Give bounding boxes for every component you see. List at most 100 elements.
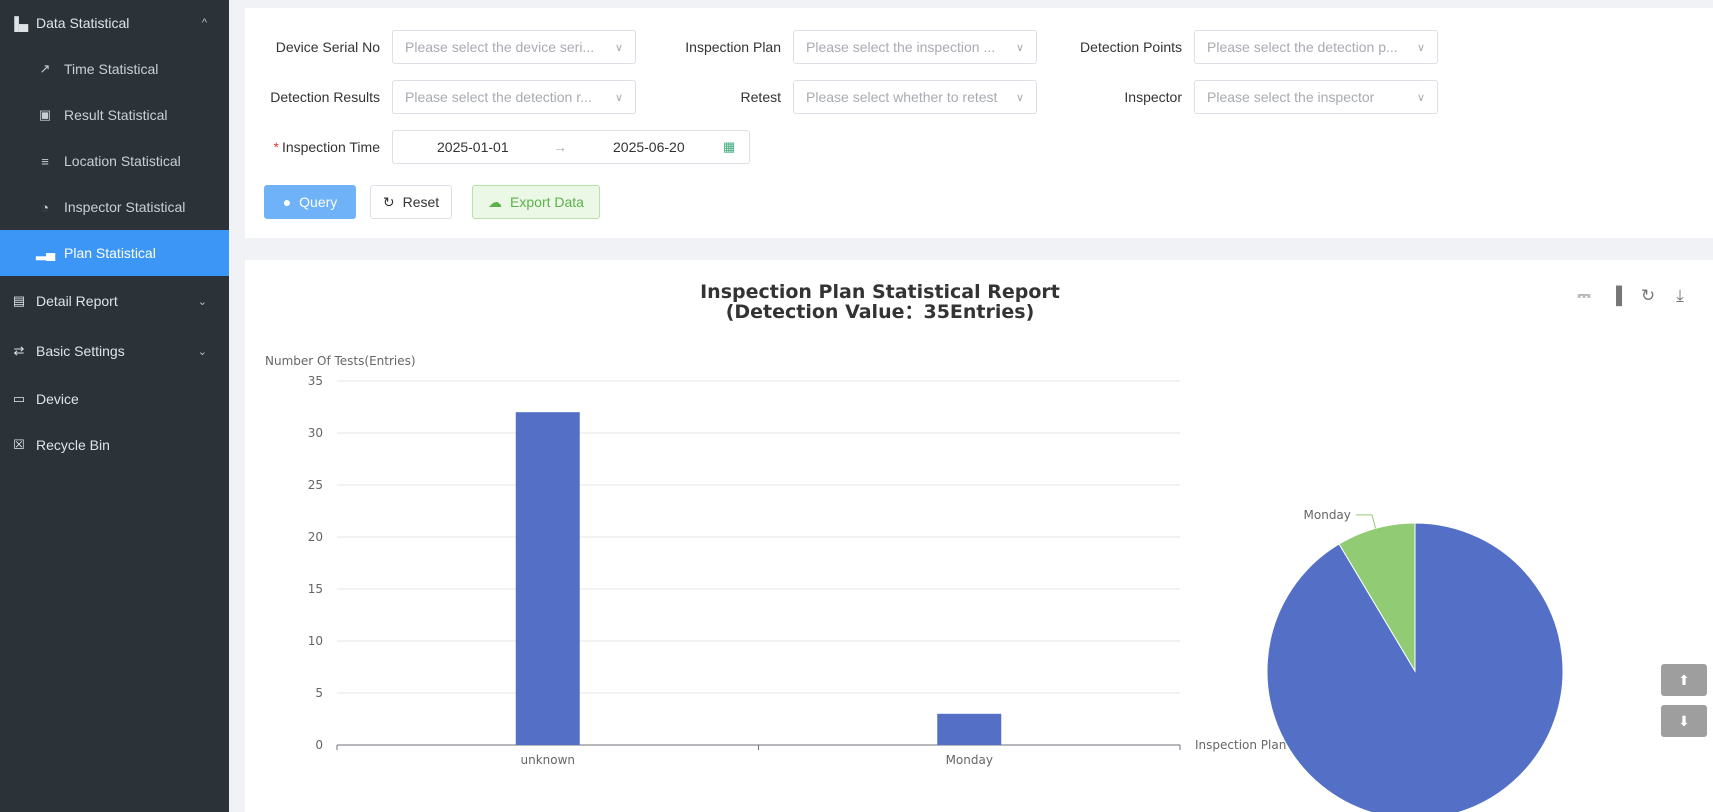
retest-label: Retest [740,89,781,105]
query-button[interactable]: ● Query [264,185,356,219]
settings-icon: ⇄ [13,343,25,358]
sidebar-item-device[interactable]: ▭ Device [0,376,229,422]
sidebar-item-result-statistical[interactable]: ▣ Result Statistical [0,92,229,138]
cloud-upload-icon: ☁ [488,193,503,210]
y-tick-label: 0 [315,738,323,752]
detection-points-placeholder: Please select the detection p... [1207,39,1398,55]
chevron-up-icon: ^ [201,17,207,29]
retest-select[interactable]: Please select whether to retest ∨ [793,80,1037,114]
chevron-down-icon: ∨ [1015,91,1024,104]
device-serial-placeholder: Please select the device seri... [405,39,595,55]
inspection-plan-select[interactable]: Please select the inspection ... ∨ [793,30,1037,64]
chevron-down-icon: ∨ [614,41,623,54]
y-tick-label: 25 [308,478,323,492]
inspector-placeholder: Please select the inspector [1207,89,1375,105]
result-icon: ▣ [38,107,52,122]
chevron-down-icon: ∨ [614,91,623,104]
sidebar-item-detail-report[interactable]: ▤ Detail Report ⌄ [0,276,229,326]
detection-results-select[interactable]: Please select the detection r... ∨ [392,80,636,114]
location-bars-icon: ≡ [41,153,49,169]
inspection-time-label-text: Inspection Time [281,139,380,155]
report-icon: ▤ [12,293,26,308]
sidebar-item-inspector-statistical[interactable]: ◔ Inspector Statistical [0,184,229,230]
arrow-up-icon: ⬆ [1678,671,1690,688]
sidebar-item-label: Location Statistical [64,153,181,169]
device-icon: ▭ [12,391,26,406]
sidebar: ▐▄ Data Statistical ^ ↗ Time Statistical… [0,0,229,812]
device-serial-select[interactable]: Please select the device seri... ∨ [392,30,636,64]
x-tick-label: Monday [946,753,993,767]
app-root: ▐▄ Data Statistical ^ ↗ Time Statistical… [0,0,1713,812]
search-icon: ● [282,194,292,210]
sidebar-item-label: Inspector Statistical [64,199,186,215]
y-tick-label: 5 [315,686,323,700]
chevron-down-icon: ∨ [1015,41,1024,54]
sidebar-item-label: Detail Report [36,293,118,309]
arrow-right-icon: → [553,139,567,155]
filter-panel: Device Serial No Please select the devic… [245,8,1713,238]
pie-label: Monday [1304,508,1351,522]
filter-row-3: * Inspection Time 2025-01-01 → 2025-06-20… [245,130,750,164]
trash-icon: ☒ [13,437,25,452]
sidebar-item-label: Result Statistical [64,107,168,123]
required-mark: * [273,139,279,155]
y-tick-label: 30 [308,426,323,440]
reset-button[interactable]: ↻ Reset [370,185,452,219]
arrow-down-icon: ⬇ [1678,712,1690,729]
reset-label: Reset [402,194,440,210]
chevron-down-icon: ∨ [1416,41,1425,54]
plan-bars-icon: ▂▄ [36,245,56,260]
inspector-select[interactable]: Please select the inspector ∨ [1194,80,1438,114]
inspection-time-range[interactable]: 2025-01-01 → 2025-06-20 ▦ [392,130,750,164]
detection-points-select[interactable]: Please select the detection p... ∨ [1194,30,1438,64]
query-label: Query [299,194,338,210]
pie-icon: ◔ [41,199,49,215]
end-date[interactable]: 2025-06-20 [613,139,685,155]
chevron-down-icon: ∨ [1416,91,1425,104]
sidebar-item-label: Time Statistical [64,61,159,77]
detection-results-placeholder: Please select the detection r... [405,89,592,105]
y-tick-label: 15 [308,582,323,596]
start-date[interactable]: 2025-01-01 [437,139,509,155]
detection-points-label: Detection Points [1080,39,1182,55]
y-tick-label: 35 [308,374,323,388]
chevron-down-icon: ⌄ [197,345,207,358]
bar-monday [937,713,1002,745]
sidebar-item-label: Basic Settings [36,343,125,359]
chart-panel: Inspection Plan Statistical Report (Dete… [245,260,1713,812]
bar-chart-icon: ▐▄ [9,15,29,31]
scroll-top-button[interactable]: ⬆ [1661,664,1707,696]
export-data-button[interactable]: ☁ Export Data [472,185,600,219]
inspection-time-label: * Inspection Time [245,139,380,155]
x-axis-title: Inspection Plan [1195,738,1286,752]
pie-label-line [1355,514,1377,529]
sidebar-item-label: Recycle Bin [36,437,110,453]
calendar-icon[interactable]: ▦ [723,139,735,155]
sidebar-item-location-statistical[interactable]: ≡ Location Statistical [0,138,229,184]
chevron-down-icon: ⌄ [197,295,207,308]
filter-row-1: Device Serial No Please select the devic… [245,30,1438,64]
sidebar-group-data-statistical[interactable]: ▐▄ Data Statistical ^ [0,0,229,46]
bar-unknown [515,412,580,745]
sidebar-item-recycle-bin[interactable]: ☒ Recycle Bin [0,422,229,468]
sidebar-item-label: Device [36,391,79,407]
line-chart-icon: ↗ [39,61,51,76]
sidebar-item-plan-statistical[interactable]: ▂▄ Plan Statistical [0,230,229,276]
sidebar-item-basic-settings[interactable]: ⇄ Basic Settings ⌄ [0,326,229,376]
device-serial-label: Device Serial No [275,39,380,55]
filter-row-2: Detection Results Please select the dete… [245,80,1438,114]
sidebar-group-label: Data Statistical [36,15,130,31]
refresh-icon: ↻ [382,193,395,210]
inspector-label: Inspector [1124,89,1182,105]
y-axis-title: Number Of Tests(Entries) [265,354,416,368]
export-label: Export Data [510,194,584,210]
inspection-plan-placeholder: Please select the inspection ... [806,39,996,55]
chart-canvas: 0 5 10 15 20 25 30 35 unknown Monday Number Of Tes… [265,354,1564,812]
y-tick-label: 10 [308,634,323,648]
scroll-bottom-button[interactable]: ⬇ [1661,705,1707,737]
retest-placeholder: Please select whether to retest [806,89,998,105]
inspection-plan-label: Inspection Plan [685,39,781,55]
sidebar-item-label: Plan Statistical [64,245,156,261]
sidebar-item-time-statistical[interactable]: ↗ Time Statistical [0,46,229,92]
y-tick-label: 20 [308,530,323,544]
